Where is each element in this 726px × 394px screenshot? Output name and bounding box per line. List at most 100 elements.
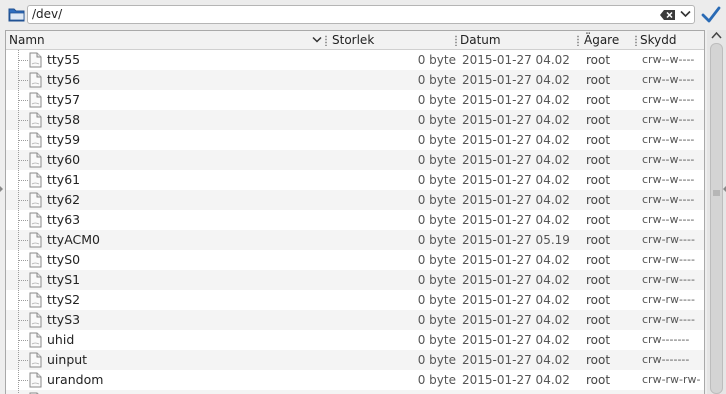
- file-permissions: crw-rw----: [642, 313, 695, 326]
- tree-branch: [19, 380, 28, 381]
- file-name: ttyS3: [47, 312, 81, 327]
- column-header-name[interactable]: Namn: [9, 31, 45, 49]
- file-row[interactable]: tty61 0 byte 2015-01-27 04.02 root crw--w---…: [6, 170, 704, 190]
- file-name: uhid: [47, 332, 75, 347]
- file-size: 0 byte: [417, 113, 456, 127]
- file-owner: root: [586, 133, 611, 147]
- tree-line: [18, 390, 19, 394]
- tree-branch: [19, 300, 28, 301]
- file-date: 2015-01-27 04.02: [462, 273, 570, 287]
- file-name: tty58: [47, 112, 81, 127]
- file-date: 2015-01-27 04.02: [462, 313, 570, 327]
- column-separator[interactable]: [325, 35, 327, 46]
- file-name: tty57: [47, 92, 81, 107]
- file-owner: root: [586, 153, 611, 167]
- file-row[interactable]: [6, 390, 704, 394]
- tree-branch: [19, 260, 28, 261]
- file-row[interactable]: ttyS1 0 byte 2015-01-27 04.02 root crw-rw---…: [6, 270, 704, 290]
- file-date: 2015-01-27 04.02: [462, 93, 570, 107]
- file-size: 0 byte: [417, 133, 456, 147]
- column-header-permissions[interactable]: Skydd: [640, 31, 676, 49]
- tree-branch: [19, 280, 28, 281]
- file-row[interactable]: tty63 0 byte 2015-01-27 04.02 root crw--w---…: [6, 210, 704, 230]
- file-row[interactable]: ttyS2 0 byte 2015-01-27 04.02 root crw-rw---…: [6, 290, 704, 310]
- file-size: 0 byte: [417, 353, 456, 367]
- file-permissions: crw--w----: [642, 153, 695, 166]
- file-size: 0 byte: [417, 53, 456, 67]
- vertical-scrollbar[interactable]: [707, 30, 726, 394]
- file-permissions: crw-------: [642, 333, 690, 346]
- file-row[interactable]: tty56 0 byte 2015-01-27 04.02 root crw--w---…: [6, 70, 704, 90]
- file-icon: [29, 332, 42, 348]
- file-row[interactable]: tty58 0 byte 2015-01-27 04.02 root crw--w---…: [6, 110, 704, 130]
- file-owner: root: [586, 313, 611, 327]
- file-icon: [29, 132, 42, 148]
- file-owner: root: [586, 353, 611, 367]
- file-owner: root: [586, 93, 611, 107]
- file-list-view: Namn Storlek Datum Ägare Skydd tty55 0 by…: [5, 30, 705, 394]
- file-name: uinput: [47, 352, 88, 367]
- file-owner: root: [586, 173, 611, 187]
- file-permissions: crw-rw----: [642, 233, 695, 246]
- column-header-size[interactable]: Storlek: [332, 31, 374, 49]
- file-row[interactable]: uhid 0 byte 2015-01-27 04.02 root crw-------: [6, 330, 704, 350]
- file-owner: root: [586, 253, 611, 267]
- file-date: 2015-01-27 04.02: [462, 73, 570, 87]
- file-date: 2015-01-27 04.02: [462, 333, 570, 347]
- clear-text-icon[interactable]: [660, 10, 675, 20]
- file-date: 2015-01-27 04.02: [462, 253, 570, 267]
- file-permissions: crw--w----: [642, 133, 695, 146]
- file-row[interactable]: uinput 0 byte 2015-01-27 04.02 root crw-----…: [6, 350, 704, 370]
- file-name: tty63: [47, 212, 81, 227]
- file-date: 2015-01-27 04.02: [462, 373, 570, 387]
- file-owner: root: [586, 53, 611, 67]
- file-row[interactable]: tty60 0 byte 2015-01-27 04.02 root crw--w---…: [6, 150, 704, 170]
- column-header-owner[interactable]: Ägare: [584, 31, 619, 49]
- file-permissions: crw--w----: [642, 93, 695, 106]
- scrollbar-thumb[interactable]: [710, 43, 723, 394]
- checkmark-icon[interactable]: [701, 5, 721, 25]
- file-icon: [29, 292, 42, 308]
- tree-branch: [19, 320, 28, 321]
- column-separator[interactable]: [635, 35, 637, 46]
- file-row[interactable]: tty62 0 byte 2015-01-27 04.02 root crw--w---…: [6, 190, 704, 210]
- file-row[interactable]: tty55 0 byte 2015-01-27 04.02 root crw--w---…: [6, 50, 704, 70]
- file-permissions: crw-rw----: [642, 293, 695, 306]
- column-header-date[interactable]: Datum: [460, 31, 501, 49]
- file-row[interactable]: tty57 0 byte 2015-01-27 04.02 root crw--w---…: [6, 90, 704, 110]
- file-row[interactable]: ttyS3 0 byte 2015-01-27 04.02 root crw-rw---…: [6, 310, 704, 330]
- file-owner: root: [586, 273, 611, 287]
- file-name: tty59: [47, 132, 81, 147]
- file-name: ttyS1: [47, 272, 81, 287]
- left-resize-handle-icon[interactable]: [0, 186, 3, 192]
- tree-branch: [19, 120, 28, 121]
- file-icon: [29, 112, 42, 128]
- file-permissions: crw--w----: [642, 213, 695, 226]
- tree-branch: [19, 180, 28, 181]
- path-input[interactable]: /dev/: [27, 5, 695, 24]
- file-permissions: crw-rw-rw-: [642, 373, 700, 386]
- column-separator[interactable]: [577, 35, 579, 46]
- file-icon: [29, 212, 42, 228]
- column-separator[interactable]: [455, 35, 457, 46]
- file-row[interactable]: ttyACM0 0 byte 2015-01-27 05.19 root crw-rw-…: [6, 230, 704, 250]
- folder-icon[interactable]: [8, 7, 25, 22]
- file-owner: root: [586, 113, 611, 127]
- scroll-up-arrow-icon[interactable]: [711, 30, 722, 40]
- file-icon: [29, 312, 42, 328]
- file-size: 0 byte: [417, 273, 456, 287]
- file-row[interactable]: urandom 0 byte 2015-01-27 04.02 root crw-rw-…: [6, 370, 704, 390]
- file-row[interactable]: tty59 0 byte 2015-01-27 04.02 root crw--w---…: [6, 130, 704, 150]
- file-row[interactable]: ttyS0 0 byte 2015-01-27 04.02 root crw-rw---…: [6, 250, 704, 270]
- file-date: 2015-01-27 04.02: [462, 293, 570, 307]
- file-owner: root: [586, 193, 611, 207]
- tree-branch: [19, 200, 28, 201]
- file-name: tty56: [47, 72, 81, 87]
- file-permissions: crw-------: [642, 353, 690, 366]
- tree-branch: [19, 340, 28, 341]
- grip-icon: [713, 190, 720, 196]
- chevron-down-icon[interactable]: [680, 10, 691, 18]
- file-permissions: crw--w----: [642, 53, 695, 66]
- file-size: 0 byte: [417, 213, 456, 227]
- file-name: ttyS2: [47, 292, 81, 307]
